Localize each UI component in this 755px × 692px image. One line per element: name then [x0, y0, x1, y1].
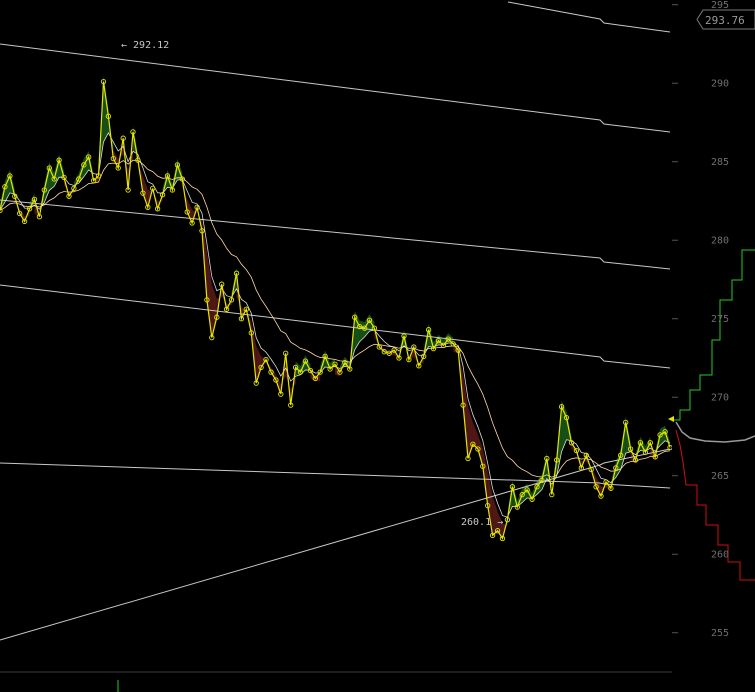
low-annotation: 260.1 →: [461, 517, 503, 528]
price-chart: ← 292.12 260.1 → 255 260 265 270 275 280 285 29…: [0, 0, 755, 692]
bull-band-segment: [359, 320, 365, 342]
annotations: ← 292.12 260.1 →: [121, 40, 503, 528]
y-tick-label: 285: [711, 157, 729, 168]
bear-band-segment: [206, 251, 212, 338]
y-axis: 255260265270275280285290295: [672, 0, 729, 639]
y-tick-label: 255: [711, 628, 729, 639]
channel-line-middle-upper: [0, 199, 671, 270]
bear-band-segment: [187, 198, 193, 223]
y-tick-label: 280: [711, 236, 729, 247]
y-tick-label: 270: [711, 393, 729, 404]
channel-line-lower: [0, 462, 671, 489]
forecast-middle-line: [675, 421, 755, 443]
forecast-lines: [672, 249, 755, 581]
bottom-axis: [0, 671, 672, 692]
channel-line-top: [507, 1, 671, 33]
channel-line-upper: [0, 43, 671, 133]
trend-channel-lines: [0, 1, 671, 641]
current-price-label: 293.76: [705, 14, 745, 27]
bear-band-segment: [492, 496, 498, 536]
last-price-marker: [668, 416, 674, 422]
channel-line-middle-lower: [0, 284, 671, 369]
y-tick-label: 260: [711, 550, 729, 561]
bear-band-segment: [256, 345, 262, 384]
high-annotation: ← 292.12: [121, 40, 169, 51]
support-trend-line: [0, 448, 671, 641]
y-tick-label: 265: [711, 471, 729, 482]
y-tick-label: 275: [711, 314, 729, 325]
y-tick-label: 290: [711, 79, 729, 90]
